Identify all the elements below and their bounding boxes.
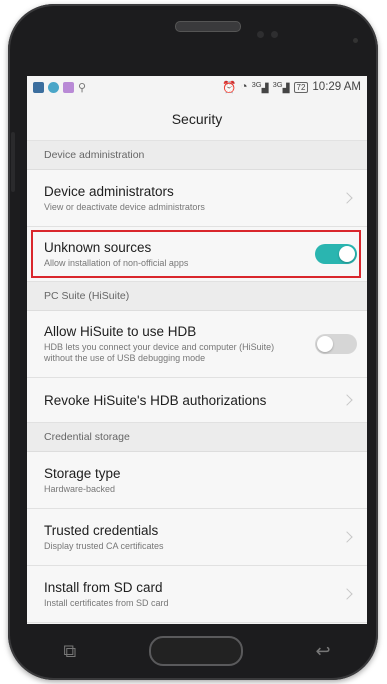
setting-trusted-credentials[interactable]: Trusted credentials Display trusted CA c… [27, 509, 367, 566]
setting-install-from-sd[interactable]: Install from SD card Install certificate… [27, 566, 367, 623]
home-button[interactable] [148, 636, 243, 666]
setting-unknown-sources[interactable]: Unknown sources Allow installation of no… [27, 227, 367, 282]
setting-title: Device administrators [44, 183, 174, 199]
notification-icons: ⚲ [33, 81, 86, 94]
network-type-label: 3G [251, 80, 262, 89]
setting-allow-hisuite-hdb[interactable]: Allow HiSuite to use HDB HDB lets you co… [27, 311, 367, 378]
page-title: Security [27, 98, 367, 141]
section-header-credential-storage: Credential storage [27, 423, 367, 452]
alarm-icon: ⏰ [222, 82, 237, 94]
network-type-label: 3G [272, 80, 283, 89]
signal-icon: 3G▟ [251, 80, 269, 93]
setting-title: Revoke HiSuite's HDB authorizations [44, 392, 267, 408]
hardware-navbar: ⧉ ↩ [27, 626, 367, 676]
section-header-pc-suite: PC Suite (HiSuite) [27, 282, 367, 311]
setting-subtitle: Hardware-backed [44, 483, 116, 494]
unknown-sources-toggle[interactable] [315, 244, 357, 264]
signal-icon: 3G▟ [272, 80, 290, 93]
setting-title: Install from SD card [44, 579, 163, 595]
battery-icon: 72 [293, 81, 309, 93]
front-camera [353, 38, 358, 43]
screen: ⚲ ⏰ ◔ 3G▟ 3G▟ 72 10:29 AM Security Devic… [27, 76, 367, 624]
toggle-knob [317, 336, 333, 352]
setting-storage-type: Storage type Hardware-backed [27, 452, 367, 509]
setting-title: Storage type [44, 465, 121, 481]
sensor [257, 31, 264, 38]
side-button [11, 132, 15, 192]
setting-subtitle: Display trusted CA certificates [44, 540, 164, 551]
setting-subtitle: Install certificates from SD card [44, 597, 169, 608]
setting-title: Trusted credentials [44, 522, 159, 538]
setting-revoke-hisuite[interactable]: Revoke HiSuite's HDB authorizations [27, 378, 367, 423]
wifi-notify-icon [48, 81, 59, 93]
allow-hisuite-toggle[interactable] [315, 334, 357, 354]
recent-apps-icon[interactable]: ⧉ [63, 641, 76, 662]
status-right: ⏰ ◔ 3G▟ 3G▟ 72 10:29 AM [222, 80, 361, 94]
setting-subtitle: View or deactivate device administrators [44, 201, 205, 212]
sensor [271, 31, 278, 38]
back-icon[interactable]: ↩ [316, 641, 331, 662]
earpiece-speaker [175, 21, 241, 32]
status-bar: ⚲ ⏰ ◔ 3G▟ 3G▟ 72 10:29 AM [27, 76, 367, 98]
toggle-knob [339, 246, 355, 262]
setting-subtitle: HDB lets you connect your device and com… [44, 342, 275, 363]
app-notify-icon [63, 81, 74, 93]
gallery-icon [33, 81, 44, 93]
usb-icon: ⚲ [78, 81, 87, 94]
setting-device-administrators[interactable]: Device administrators View or deactivate… [27, 170, 367, 227]
section-header-device-administration: Device administration [27, 141, 367, 170]
wifi-icon: ◔ [240, 81, 248, 93]
clock: 10:29 AM [312, 81, 361, 93]
